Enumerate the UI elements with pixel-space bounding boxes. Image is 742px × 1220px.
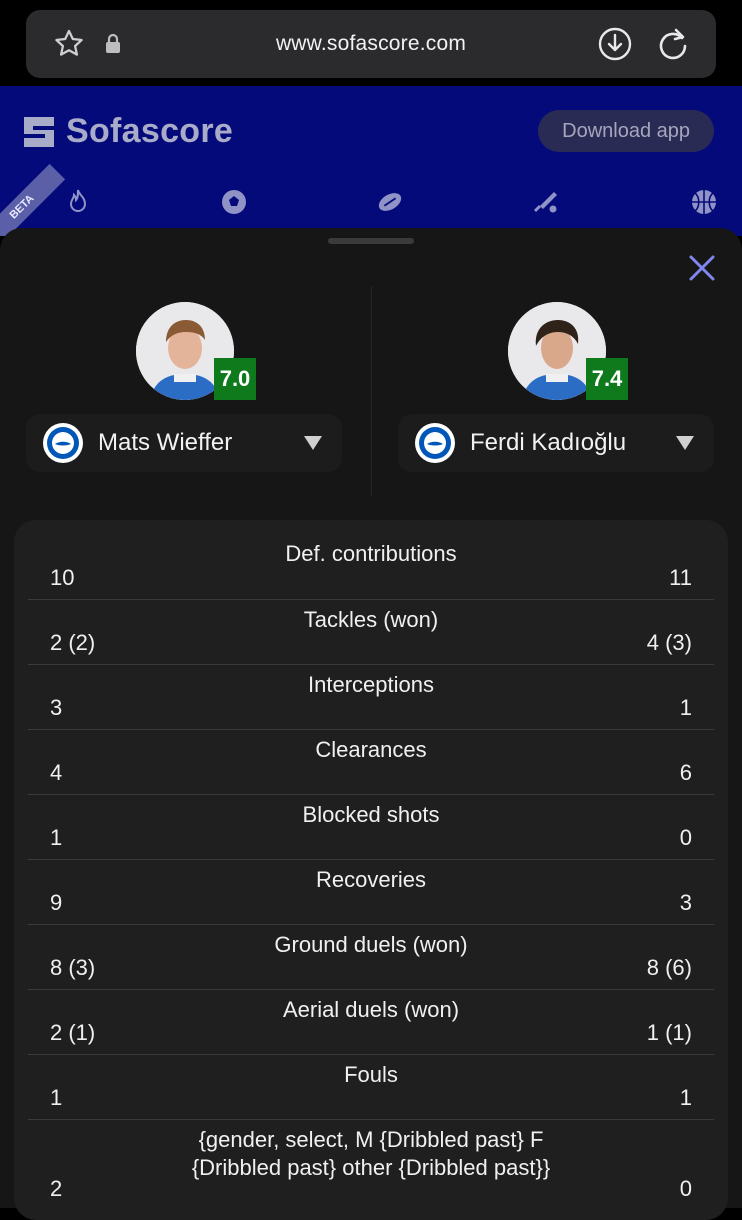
stat-value-right: 1 [679,1085,692,1110]
stat-label: Tackles (won) [303,607,439,632]
close-icon [689,255,715,281]
stat-value-right: 11 [669,565,692,590]
stat-value-left: 2 [50,1176,63,1201]
stat-label: Aerial duels (won) [282,997,460,1022]
stat-value-right: 1 (1) [646,1020,692,1045]
stat-value-left: 8 (3) [50,955,96,980]
download-app-button[interactable]: Download app [538,110,714,152]
stat-row: Recoveries 9 3 [28,860,714,925]
player-rating: 7.4 [586,358,628,400]
players-divider [371,286,372,496]
football-icon[interactable] [220,188,248,216]
stat-label: Def. contributions [285,541,457,566]
stat-row: Clearances 4 6 [28,730,714,795]
stat-value-left: 1 [50,1085,63,1110]
stat-value-right: 8 (6) [646,955,692,980]
stat-row: Interceptions 3 1 [28,665,714,730]
stat-value-right: 0 [679,825,692,850]
stat-value-left: 1 [50,825,63,850]
stat-row: Def. contributions 10 11 [28,534,714,600]
stat-row: {gender, select, M {Dribbled past} F {Dr… [28,1120,714,1210]
stat-label: Ground duels (won) [274,932,468,957]
basketball-icon[interactable] [690,188,718,216]
player-comparison-sheet: 7.0 Mats Wieffer 7.4 Ferdi Kadıoğlu Def.… [0,228,742,1220]
player-name: Ferdi Kadıoğlu [470,429,627,456]
address-bar[interactable]: www.sofascore.com [26,10,716,78]
brighton-badge-icon [415,423,455,463]
stat-value-right: 0 [679,1176,692,1201]
chevron-down-icon [304,436,322,450]
drag-handle[interactable] [328,238,414,244]
stat-value-left: 9 [50,890,63,915]
stat-value-left: 10 [50,565,75,590]
stat-label: {gender, select, M {Dribbled past} F {Dr… [191,1127,551,1180]
player-select-right[interactable]: Ferdi Kadıoğlu [398,414,714,472]
beta-ribbon: BETA [0,163,66,236]
browser-toolbar: www.sofascore.com [0,0,742,86]
stat-row: Blocked shots 1 0 [28,795,714,860]
stat-value-left: 4 [50,760,63,785]
stat-row: Ground duels (won) 8 (3) 8 (6) [28,925,714,990]
cricket-icon[interactable] [532,188,560,216]
close-button[interactable] [686,252,718,284]
stat-value-left: 3 [50,695,63,720]
stat-label: Blocked shots [302,802,440,827]
stat-label: Fouls [344,1062,398,1087]
reload-icon[interactable] [654,25,692,63]
stat-value-right: 4 (3) [646,630,692,655]
sofascore-logo-icon [24,116,54,147]
stats-card: Def. contributions 10 11 Tackles (won) 2… [14,520,728,1220]
stat-row: Fouls 1 1 [28,1055,714,1120]
brighton-badge-icon [43,423,83,463]
stat-value-right: 6 [679,760,692,785]
stat-value-right: 3 [679,890,692,915]
stat-value-left: 2 (2) [50,630,96,655]
stat-row: Aerial duels (won) 2 (1) 1 (1) [28,990,714,1055]
stat-label: Interceptions [308,672,434,697]
download-icon[interactable] [596,25,634,63]
chevron-down-icon [676,436,694,450]
stat-value-left: 2 (1) [50,1020,96,1045]
stat-label: Recoveries [315,867,427,892]
rugby-ball-icon[interactable] [376,188,404,216]
sofascore-logo[interactable]: Sofascore [22,112,233,151]
player-name: Mats Wieffer [98,429,233,456]
logo-text: Sofascore [66,112,234,150]
stat-value-right: 1 [679,695,692,720]
fire-icon[interactable] [64,188,92,216]
site-header: Sofascore Download app BETA [0,86,742,236]
stat-label: Clearances [315,737,427,762]
player-select-left[interactable]: Mats Wieffer [26,414,342,472]
player-rating: 7.0 [214,358,256,400]
stat-row: Tackles (won) 2 (2) 4 (3) [28,600,714,665]
